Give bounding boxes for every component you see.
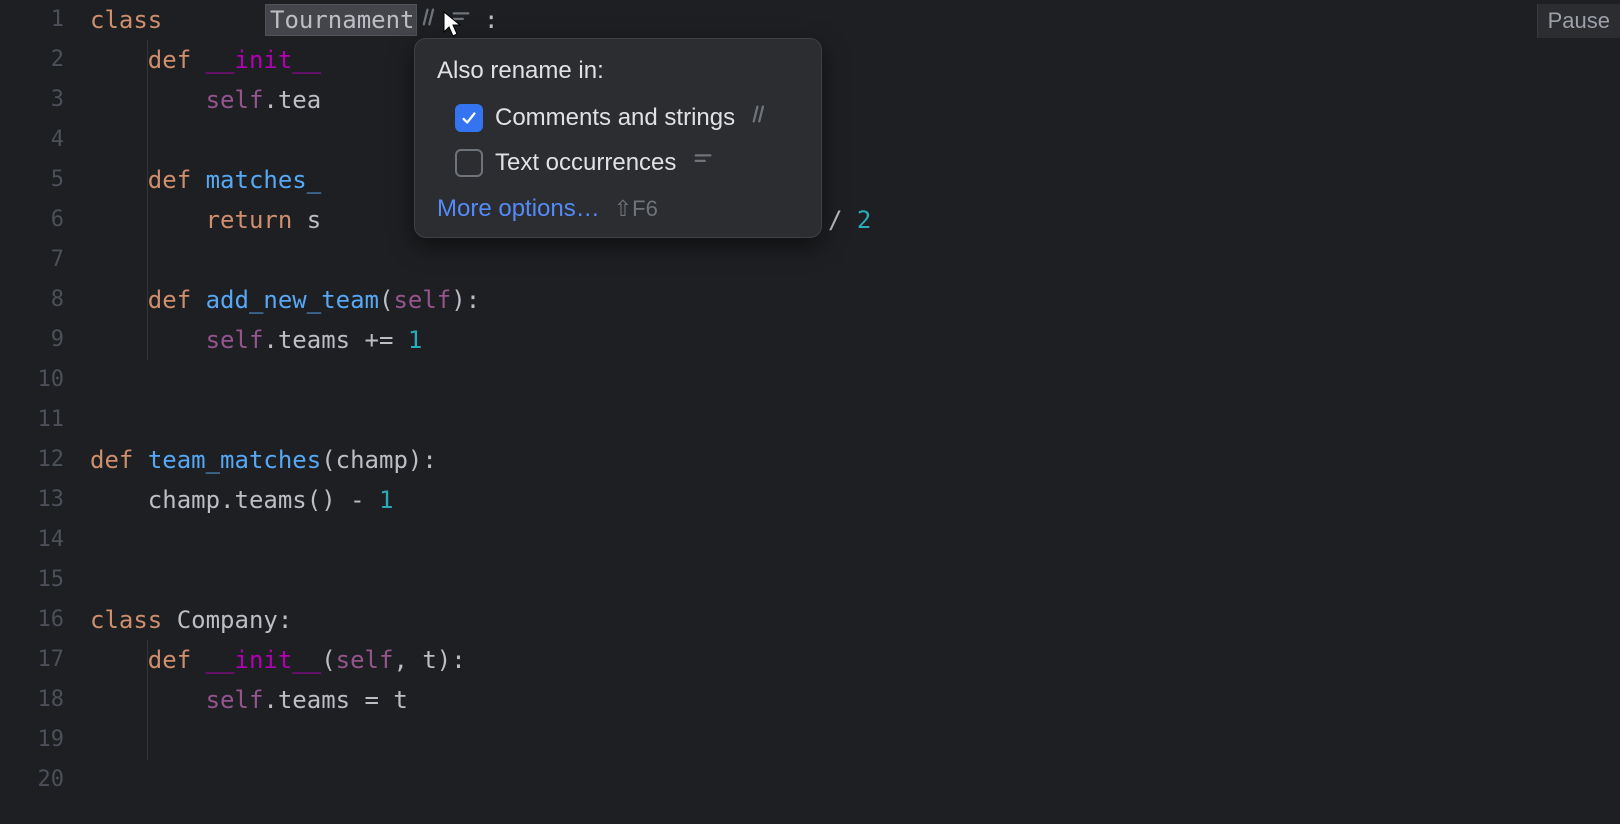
code-line[interactable]: self.teams += 1 <box>90 320 1620 360</box>
line-number: 3 <box>0 80 64 120</box>
keyboard-shortcut: ⇧F6 <box>614 196 658 222</box>
method-name: matches_ <box>206 166 322 194</box>
code-line[interactable] <box>90 360 1620 400</box>
line-number: 11 <box>0 400 64 440</box>
line-number: 1 <box>0 0 64 40</box>
code-line[interactable]: def __init__(self, t): <box>90 640 1620 680</box>
checkbox-checked[interactable] <box>455 104 483 132</box>
pause-button[interactable]: Pause <box>1537 4 1620 38</box>
number-literal: 1 <box>408 326 422 354</box>
keyword-def: def <box>148 646 191 674</box>
keyword-class: class <box>90 6 162 34</box>
keyword-def: def <box>148 166 191 194</box>
rename-options-popup: Also rename in: Comments and strings Tex… <box>414 38 822 238</box>
text-lines-icon <box>692 148 714 177</box>
code-text: / 2 <box>828 200 871 240</box>
self-ref: self <box>336 646 394 674</box>
self-ref: self <box>206 86 264 114</box>
keyword-return: return <box>206 206 293 234</box>
code-text: champ.teams() - <box>90 486 379 514</box>
code-text: : <box>484 0 498 40</box>
line-number: 7 <box>0 240 64 280</box>
code-text: s <box>307 206 321 234</box>
code-line[interactable] <box>90 400 1620 440</box>
line-number: 9 <box>0 320 64 360</box>
code-area[interactable]: class : def __init__ self.tea def matche… <box>88 0 1620 824</box>
indent-guide <box>147 640 148 760</box>
method-name: __init__ <box>206 646 322 674</box>
line-number: 18 <box>0 680 64 720</box>
keyword-def: def <box>148 286 191 314</box>
option-label: Comments and strings <box>495 104 735 132</box>
popup-title: Also rename in: <box>415 57 821 95</box>
line-number: 4 <box>0 120 64 160</box>
number-literal: 1 <box>379 486 393 514</box>
line-number: 17 <box>0 640 64 680</box>
line-number: 2 <box>0 40 64 80</box>
self-ref: self <box>206 686 264 714</box>
line-number: 19 <box>0 720 64 760</box>
line-number: 12 <box>0 440 64 480</box>
code-text: .teams = t <box>263 686 408 714</box>
option-text-occurrences[interactable]: Text occurrences <box>415 140 821 185</box>
code-line[interactable]: def matches_ <box>90 160 1620 200</box>
code-line[interactable]: class Company: <box>90 600 1620 640</box>
code-line[interactable] <box>90 560 1620 600</box>
class-name: Company: <box>162 606 292 634</box>
line-number-gutter: 1 2 3 4 5 6 7 8 9 10 11 12 13 14 15 16 1… <box>0 0 88 824</box>
line-number: 5 <box>0 160 64 200</box>
code-line[interactable]: def team_matches(champ): <box>90 440 1620 480</box>
line-number: 6 <box>0 200 64 240</box>
code-line[interactable] <box>90 120 1620 160</box>
line-number: 13 <box>0 480 64 520</box>
line-number: 20 <box>0 760 64 800</box>
code-line[interactable] <box>90 240 1620 280</box>
more-options-link[interactable]: More options… <box>437 195 600 223</box>
code-line[interactable] <box>90 760 1620 800</box>
code-line[interactable] <box>90 520 1620 560</box>
checkbox-unchecked[interactable] <box>455 149 483 177</box>
code-line[interactable]: champ.teams() - 1 <box>90 480 1620 520</box>
indent-guide <box>147 40 148 360</box>
option-label: Text occurrences <box>495 149 676 177</box>
option-comments-strings[interactable]: Comments and strings <box>415 95 821 140</box>
code-line[interactable]: def add_new_team(self): <box>90 280 1620 320</box>
line-number: 8 <box>0 280 64 320</box>
line-number: 14 <box>0 520 64 560</box>
self-ref: self <box>206 326 264 354</box>
text-scope-icon[interactable] <box>450 6 472 34</box>
line-number: 16 <box>0 600 64 640</box>
code-text: .teams += <box>263 326 408 354</box>
code-line[interactable] <box>90 720 1620 760</box>
code-line[interactable]: self.teams = t <box>90 680 1620 720</box>
line-number: 10 <box>0 360 64 400</box>
code-text: .tea <box>263 86 321 114</box>
rename-input[interactable] <box>265 4 417 36</box>
keyword-def: def <box>148 46 191 74</box>
code-line[interactable]: def __init__ <box>90 40 1620 80</box>
code-editor[interactable]: 1 2 3 4 5 6 7 8 9 10 11 12 13 14 15 16 1… <box>0 0 1620 824</box>
self-ref: self <box>393 286 451 314</box>
parameter: champ <box>336 446 408 474</box>
keyword-def: def <box>90 446 133 474</box>
keyword-class: class <box>90 606 162 634</box>
code-line[interactable]: self.tea <box>90 80 1620 120</box>
line-number: 15 <box>0 560 64 600</box>
function-name: team_matches <box>148 446 321 474</box>
comments-icon <box>751 103 773 132</box>
rename-scope-icons[interactable] <box>422 4 472 36</box>
method-name: __init__ <box>206 46 322 74</box>
comments-scope-icon[interactable] <box>422 6 444 34</box>
method-name: add_new_team <box>206 286 379 314</box>
